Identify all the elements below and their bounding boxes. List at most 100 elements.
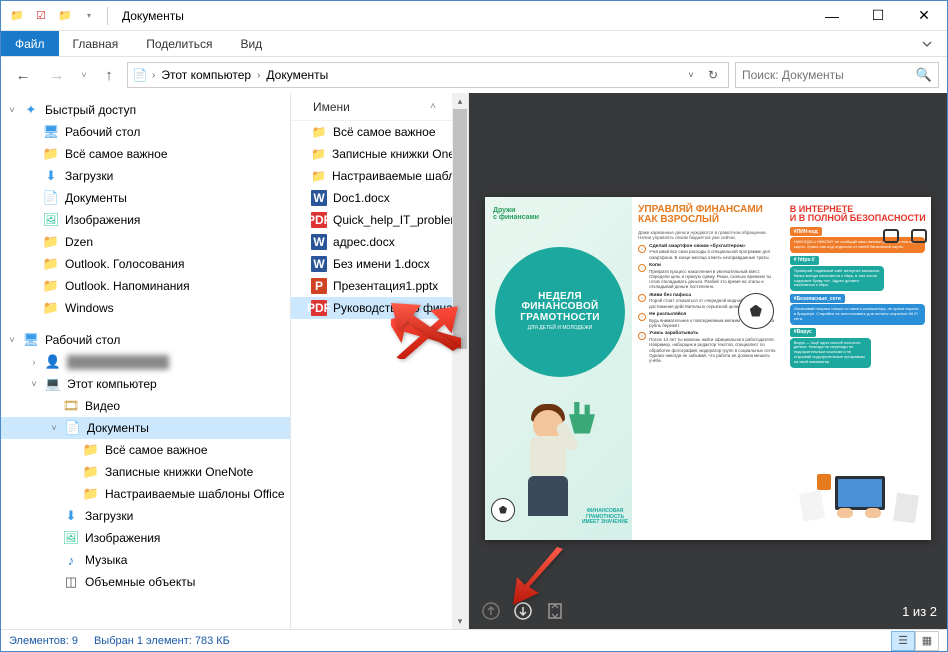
- tab-share[interactable]: Поделиться: [132, 31, 226, 56]
- file-row[interactable]: Wадрес.docx: [291, 231, 468, 253]
- pc-icon: 💻: [45, 376, 61, 392]
- collapse-icon[interactable]: ˅: [7, 105, 17, 115]
- next-page-button[interactable]: [511, 599, 535, 623]
- pictures-icon: 🖼: [63, 530, 79, 546]
- file-list-pane[interactable]: ▴ ▾ Имени ˄ 📁Всё самое важное 📁Записные …: [291, 93, 469, 629]
- search-box[interactable]: 🔍: [735, 62, 939, 88]
- pdf-logo: Дружи с финансами: [493, 207, 539, 222]
- collapse-icon[interactable]: ˅: [49, 423, 59, 433]
- folder-icon: 📁: [311, 168, 326, 184]
- pdf-right-title: В ИНТЕРНЕТЕ И В ПОЛНОЙ БЕЗОПАСНОСТИ: [790, 205, 925, 224]
- qat-dropdown-icon[interactable]: ▾: [79, 6, 99, 26]
- 3d-objects-icon: ◫: [63, 574, 79, 590]
- pdf-mid-title: УПРАВЛЯЙ ФИНАНСАМИ КАК ВЗРОСЛЫЙ: [638, 205, 778, 226]
- expand-icon[interactable]: ›: [29, 357, 39, 367]
- breadcrumb-documents[interactable]: Документы: [264, 68, 330, 82]
- pdf-ball-illustration: [738, 293, 774, 329]
- preview-page-area[interactable]: Дружи с финансами НЕДЕЛЯ ФИНАНСОВОЙ ГРАМ…: [469, 93, 947, 593]
- address-bar[interactable]: 📄 › Этот компьютер › Документы ˅ ↻: [127, 62, 729, 88]
- file-row[interactable]: 📁Настраиваемые шаблоны: [291, 165, 468, 187]
- close-button[interactable]: ✕: [901, 1, 947, 31]
- column-header-name[interactable]: Имени ˄: [291, 93, 468, 121]
- sidebar-item[interactable]: 📁Настраиваемые шаблоны Office: [1, 483, 290, 505]
- sidebar-item[interactable]: 📁Всё самое важное: [1, 143, 290, 165]
- chevron-right-icon[interactable]: ›: [150, 70, 157, 81]
- desktop-root[interactable]: ˅ 🖥 Рабочий стол: [1, 329, 290, 351]
- window-controls: — ☐ ✕: [809, 1, 947, 31]
- sidebar-item[interactable]: 📄Документы: [1, 187, 290, 209]
- view-mode-buttons: ☰ ▦: [891, 631, 939, 651]
- status-item-count: Элементов: 9: [9, 635, 78, 647]
- search-icon[interactable]: 🔍: [916, 67, 932, 83]
- sidebar-item[interactable]: 🖼Изображения: [1, 209, 290, 231]
- documents-icon: 📄: [43, 190, 59, 206]
- sidebar-item[interactable]: ♪Музыка: [1, 549, 290, 571]
- tab-home[interactable]: Главная: [59, 31, 133, 56]
- pdf-desk-illustration: [795, 466, 925, 534]
- downloads-icon: ⬇: [43, 168, 59, 184]
- documents-icon: 📄: [65, 420, 81, 436]
- sidebar-item[interactable]: 📁Всё самое важное: [1, 439, 290, 461]
- navigation-pane[interactable]: ˅ ✦ Быстрый доступ 🖥Рабочий стол 📁Всё са…: [1, 93, 291, 629]
- sidebar-item[interactable]: ⬇Загрузки: [1, 165, 290, 187]
- address-dropdown[interactable]: ˅: [680, 64, 702, 86]
- new-folder-icon[interactable]: 📁: [55, 6, 75, 26]
- user-icon: 👤: [45, 354, 61, 370]
- sidebar-item[interactable]: 📁Windows: [1, 297, 290, 319]
- file-row[interactable]: PDFQuick_help_IT_problems.pdf: [291, 209, 468, 231]
- forward-button[interactable]: →: [43, 61, 71, 89]
- sidebar-item[interactable]: 📁Outlook. Напоминания: [1, 275, 290, 297]
- file-row-selected[interactable]: PDFРуководство по финансовой: [291, 297, 468, 319]
- sidebar-item-documents[interactable]: ˅📄Документы: [1, 417, 290, 439]
- search-input[interactable]: [742, 68, 916, 82]
- up-button[interactable]: ↑: [97, 61, 121, 89]
- collapse-icon[interactable]: ˅: [29, 379, 39, 389]
- sidebar-item[interactable]: ◫Объемные объекты: [1, 571, 290, 593]
- file-row[interactable]: 📁Записные книжки OneNote: [291, 143, 468, 165]
- folder-icon: 📁: [311, 146, 326, 162]
- back-button[interactable]: ←: [9, 61, 37, 89]
- star-icon: ✦: [23, 102, 39, 118]
- breadcrumb-pc[interactable]: Этот компьютер: [159, 68, 253, 82]
- maximize-button[interactable]: ☐: [855, 1, 901, 31]
- folder-icon: 📁: [7, 6, 27, 26]
- scroll-up-button[interactable]: ▴: [452, 93, 468, 109]
- prev-page-button[interactable]: [479, 599, 503, 623]
- minimize-button[interactable]: —: [809, 1, 855, 31]
- file-row[interactable]: 📁Всё самое важное: [291, 121, 468, 143]
- details-view-button[interactable]: ☰: [891, 631, 915, 651]
- this-pc-root[interactable]: ˅ 💻 Этот компьютер: [1, 373, 290, 395]
- refresh-button[interactable]: ↻: [702, 64, 724, 86]
- folder-icon: 📁: [43, 234, 59, 250]
- scroll-down-button[interactable]: ▾: [452, 613, 468, 629]
- tab-view[interactable]: Вид: [226, 31, 276, 56]
- file-row[interactable]: WDoc1.docx: [291, 187, 468, 209]
- sidebar-item[interactable]: 🖥Рабочий стол: [1, 121, 290, 143]
- file-row[interactable]: WБез имени 1.docx: [291, 253, 468, 275]
- quick-access-root[interactable]: ˅ ✦ Быстрый доступ: [1, 99, 290, 121]
- music-icon: ♪: [63, 552, 79, 568]
- fit-page-button[interactable]: [543, 599, 567, 623]
- properties-icon[interactable]: ☑: [31, 6, 51, 26]
- sidebar-item[interactable]: 📁Outlook. Голосования: [1, 253, 290, 275]
- pdf-icon: PDF: [311, 300, 327, 316]
- videos-icon: 🎞: [63, 398, 79, 414]
- sidebar-item[interactable]: 📁Dzen: [1, 231, 290, 253]
- folder-icon: 📁: [43, 300, 59, 316]
- scrollbar-vertical[interactable]: ▴ ▾: [452, 93, 468, 629]
- chevron-right-icon[interactable]: ›: [255, 70, 262, 81]
- sidebar-item[interactable]: ⬇Загрузки: [1, 505, 290, 527]
- recent-dropdown[interactable]: ˅: [77, 61, 91, 89]
- sidebar-item[interactable]: 🖼Изображения: [1, 527, 290, 549]
- ribbon-expand-button[interactable]: [907, 31, 947, 56]
- sidebar-item[interactable]: 📁Записные книжки OneNote: [1, 461, 290, 483]
- address-bar-row: ← → ˅ ↑ 📄 › Этот компьютер › Документы ˅…: [1, 57, 947, 93]
- tab-file[interactable]: Файл: [1, 31, 59, 56]
- sidebar-item[interactable]: 🎞Видео: [1, 395, 290, 417]
- icons-view-button[interactable]: ▦: [915, 631, 939, 651]
- collapse-icon[interactable]: ˅: [7, 335, 17, 345]
- scroll-thumb[interactable]: [453, 109, 467, 349]
- pdf-tagline: ФИНАНСОВАЯ ГРАМОТНОСТЬ ИМЕЕТ ЗНАЧЕНИЕ: [582, 509, 628, 526]
- file-row[interactable]: PПрезентация1.pptx: [291, 275, 468, 297]
- sidebar-item-user[interactable]: › 👤 ████████████: [1, 351, 290, 373]
